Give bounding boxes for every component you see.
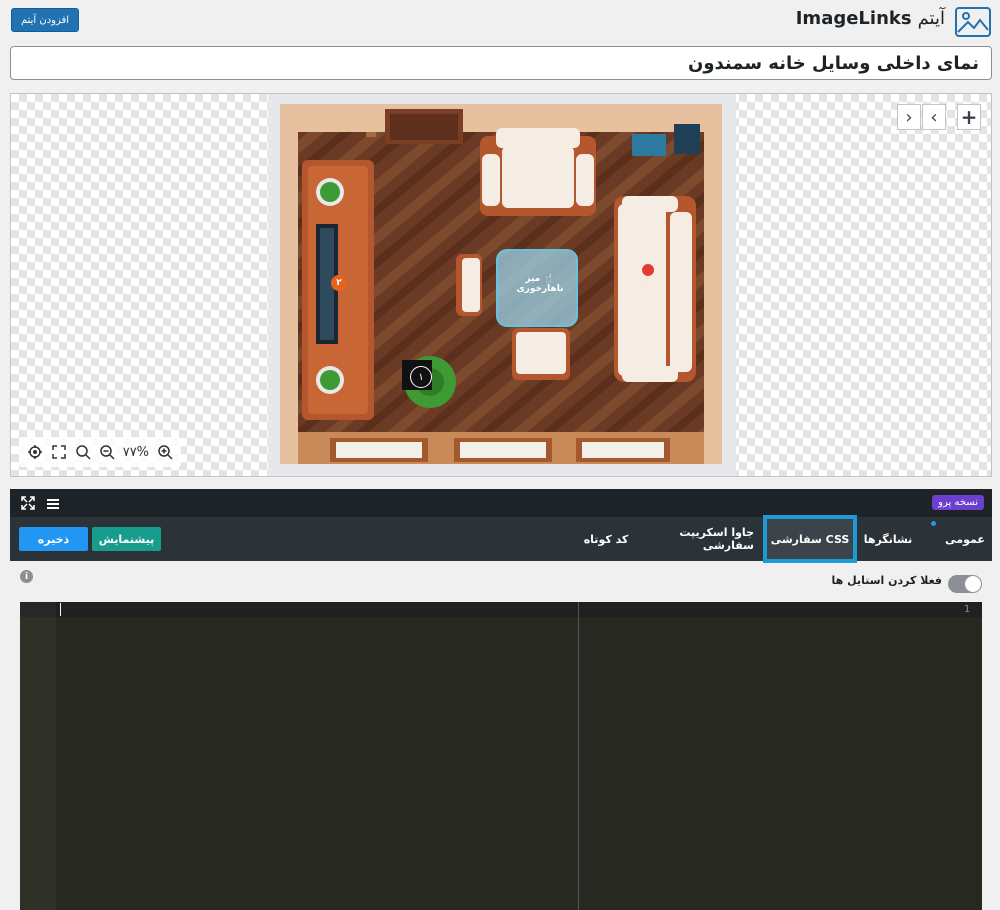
text-cursor [60,603,61,616]
tab-custom-css[interactable]: CSS سفارشی [763,515,857,563]
item-title-input[interactable]: نمای داخلی وسایل خانه سمندون [10,46,992,80]
page-title: آیتم ImageLinks [796,8,945,29]
menu-icon[interactable] [46,496,60,515]
print-margin [578,602,579,910]
marker-1[interactable]: ۱ [410,366,432,388]
add-item-button[interactable]: افزودن آیتم [11,8,79,32]
floor-plan-frame: 🍴 میز ناهارخوری ۱ ۲ [268,94,736,476]
marker-tooltip-table[interactable]: 🍴 میز ناهارخوری [502,274,578,294]
fullscreen-icon[interactable] [51,444,67,460]
chevron-right-icon: › [905,106,913,128]
page-title-prefix: آیتم [917,8,945,29]
marker-2[interactable]: ۲ [331,275,347,291]
tab-general[interactable]: عمومی [938,517,992,561]
line-gutter [20,602,56,910]
info-icon[interactable]: i [20,570,33,583]
brand-name: ImageLinks [795,8,912,29]
enable-styles-toggle[interactable] [948,575,982,593]
save-button[interactable]: ذخیره [19,527,88,551]
chevron-left-icon: ‹ [930,106,938,128]
search-icon[interactable] [75,444,91,460]
prev-image-button[interactable]: ‹ [922,104,946,130]
restaurant-icon: 🍴 [543,274,555,284]
pro-badge[interactable]: نسخه پرو [932,495,984,510]
editor-tabs: عمومی نشانگرها CSS سفارشی جاوا اسکریپت س… [10,515,992,563]
tab-custom-js[interactable]: جاوا اسکریپت سفارشی [644,517,754,561]
tab-markers[interactable]: نشانگرها [854,517,922,561]
expand-icon[interactable] [20,495,36,515]
active-gutter-highlight [20,602,56,617]
editor-topbar: نسخه پرو [10,489,992,517]
zoom-out-icon[interactable] [99,444,115,460]
add-marker-button[interactable]: + [957,104,981,130]
active-line-highlight [20,602,982,617]
line-number: 1 [963,604,970,615]
tab-indicator-dot [931,521,936,526]
image-icon [955,7,991,37]
css-code-editor[interactable]: 1 [20,602,982,910]
editor-panel: نسخه پرو عمومی نشانگرها CSS سفارشی جاوا … [10,489,992,910]
enable-styles-label: فعلا کردن استایل ها [831,574,942,587]
zoom-toolbar: ۷۷% [19,437,181,467]
locate-icon[interactable] [27,444,43,460]
zoom-level: ۷۷% [122,444,150,460]
plus-icon: + [960,105,978,129]
zoom-in-icon[interactable] [157,444,173,460]
image-canvas[interactable]: 🍴 میز ناهارخوری ۱ ۲ › ‹ + ۷۷% [10,93,992,477]
preview-button[interactable]: پیشنمایش [92,527,161,551]
next-image-button[interactable]: › [897,104,921,130]
tab-shortcode[interactable]: کد کوتاه [576,517,636,561]
marker-tooltip-label: میز ناهارخوری [516,274,564,294]
